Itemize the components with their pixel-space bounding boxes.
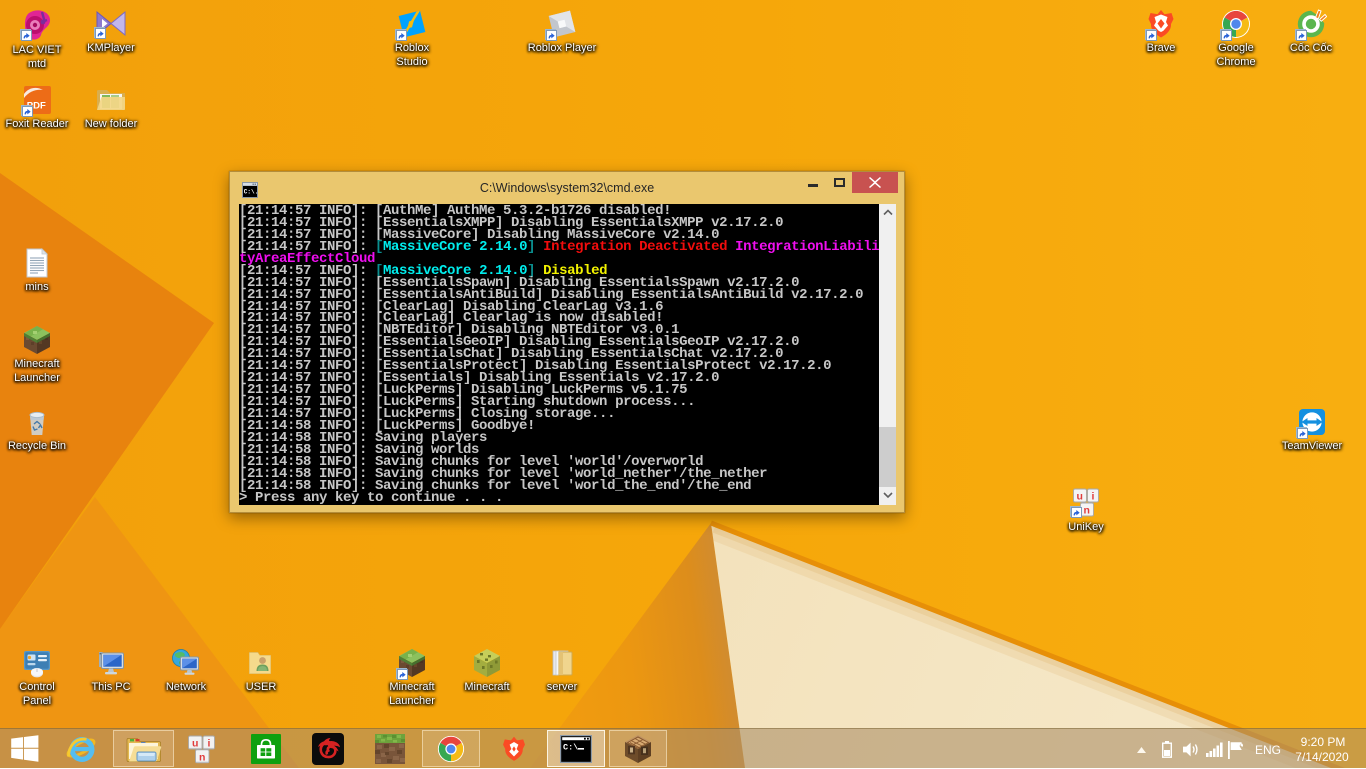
svg-text:n: n [1084,505,1090,517]
svg-text:u: u [192,738,198,750]
svg-text:u: u [1077,491,1083,503]
svg-text:i: i [1092,491,1095,503]
svg-text:i: i [208,738,211,750]
svg-text:n: n [199,751,205,763]
svg-text:C:\: C:\ [563,742,578,752]
